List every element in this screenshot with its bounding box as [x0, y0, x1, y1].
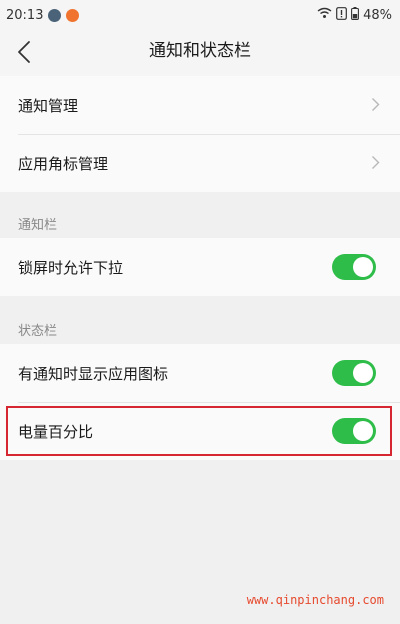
back-button[interactable]: [10, 38, 38, 66]
status-bar-group: 有通知时显示应用图标 电量百分比: [0, 344, 400, 460]
back-arrow-icon: [18, 41, 30, 63]
status-indicators: 48%: [317, 6, 392, 24]
app-badge-management-row[interactable]: 应用角标管理: [0, 134, 400, 192]
lockscreen-pulldown-toggle[interactable]: [332, 254, 376, 280]
page-header: 通知和状态栏: [0, 30, 400, 77]
toggle-knob: [353, 421, 373, 441]
toggle-knob: [353, 257, 373, 277]
wifi-icon: [317, 7, 332, 23]
battery-percentage-row: 电量百分比: [0, 402, 400, 460]
chevron-right-icon: [372, 98, 380, 111]
toggle-knob: [353, 363, 373, 383]
show-app-icons-row: 有通知时显示应用图标: [0, 344, 400, 402]
battery-percentage-toggle[interactable]: [332, 418, 376, 444]
row-label: 有通知时显示应用图标: [18, 364, 169, 383]
lockscreen-pulldown-row: 锁屏时允许下拉: [0, 238, 400, 296]
show-app-icons-toggle[interactable]: [332, 360, 376, 386]
alert-icon: [336, 6, 347, 24]
status-bar: 20:13 48%: [0, 0, 400, 30]
app-notification-icon: [66, 8, 80, 22]
row-label: 应用角标管理: [18, 154, 109, 173]
notification-management-row[interactable]: 通知管理: [0, 76, 400, 134]
section-title-status-bar: 状态栏: [18, 324, 58, 339]
notification-settings-group: 通知管理 应用角标管理: [0, 76, 400, 192]
status-time: 20:13: [6, 7, 44, 23]
battery-percent: 48%: [363, 7, 392, 23]
chevron-right-icon: [372, 156, 380, 169]
row-label: 通知管理: [18, 96, 79, 115]
section-title-notification-bar: 通知栏: [18, 218, 58, 233]
row-label: 锁屏时允许下拉: [18, 258, 124, 277]
watermark-text: www.qinpinchang.com: [246, 593, 384, 607]
notification-bar-group: 锁屏时允许下拉: [0, 238, 400, 296]
page-title: 通知和状态栏: [149, 41, 251, 61]
app-notification-icon: [48, 8, 62, 22]
battery-icon: [351, 6, 360, 24]
row-label: 电量百分比: [18, 422, 94, 441]
